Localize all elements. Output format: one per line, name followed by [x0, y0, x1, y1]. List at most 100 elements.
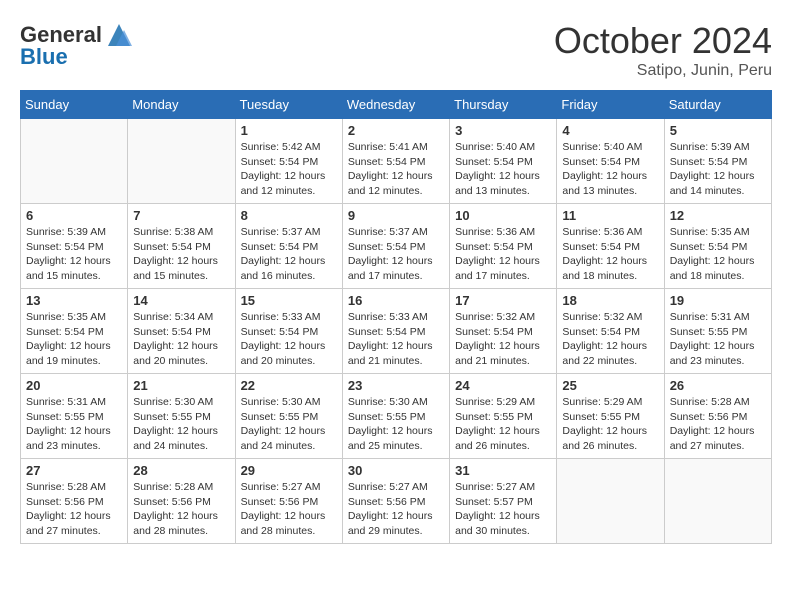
day-info: Sunrise: 5:39 AM Sunset: 5:54 PM Dayligh…	[26, 225, 122, 284]
day-info: Sunrise: 5:28 AM Sunset: 5:56 PM Dayligh…	[26, 480, 122, 539]
location-subtitle: Satipo, Junin, Peru	[554, 62, 772, 80]
calendar-cell: 19 Sunrise: 5:31 AM Sunset: 5:55 PM Dayli…	[664, 289, 771, 374]
day-number: 18	[562, 293, 658, 308]
day-info: Sunrise: 5:41 AM Sunset: 5:54 PM Dayligh…	[348, 140, 444, 199]
calendar-cell	[557, 459, 664, 544]
day-info: Sunrise: 5:35 AM Sunset: 5:54 PM Dayligh…	[26, 310, 122, 369]
header-friday: Friday	[557, 91, 664, 119]
day-info: Sunrise: 5:32 AM Sunset: 5:54 PM Dayligh…	[562, 310, 658, 369]
day-number: 20	[26, 378, 122, 393]
calendar-cell: 27 Sunrise: 5:28 AM Sunset: 5:56 PM Dayli…	[21, 459, 128, 544]
day-info: Sunrise: 5:37 AM Sunset: 5:54 PM Dayligh…	[241, 225, 337, 284]
calendar-header-row: Sunday Monday Tuesday Wednesday Thursday…	[21, 91, 772, 119]
calendar-cell	[664, 459, 771, 544]
day-info: Sunrise: 5:31 AM Sunset: 5:55 PM Dayligh…	[670, 310, 766, 369]
day-number: 17	[455, 293, 551, 308]
day-info: Sunrise: 5:36 AM Sunset: 5:54 PM Dayligh…	[562, 225, 658, 284]
day-number: 14	[133, 293, 229, 308]
day-info: Sunrise: 5:28 AM Sunset: 5:56 PM Dayligh…	[133, 480, 229, 539]
calendar-cell: 13 Sunrise: 5:35 AM Sunset: 5:54 PM Dayli…	[21, 289, 128, 374]
day-number: 24	[455, 378, 551, 393]
day-info: Sunrise: 5:29 AM Sunset: 5:55 PM Dayligh…	[562, 395, 658, 454]
week-row-5: 27 Sunrise: 5:28 AM Sunset: 5:56 PM Dayli…	[21, 459, 772, 544]
logo-icon	[104, 20, 134, 50]
calendar-cell	[128, 119, 235, 204]
day-number: 12	[670, 208, 766, 223]
calendar-cell: 3 Sunrise: 5:40 AM Sunset: 5:54 PM Daylig…	[450, 119, 557, 204]
day-info: Sunrise: 5:33 AM Sunset: 5:54 PM Dayligh…	[348, 310, 444, 369]
calendar-cell: 23 Sunrise: 5:30 AM Sunset: 5:55 PM Dayli…	[342, 374, 449, 459]
day-number: 30	[348, 463, 444, 478]
calendar-cell: 2 Sunrise: 5:41 AM Sunset: 5:54 PM Daylig…	[342, 119, 449, 204]
day-number: 31	[455, 463, 551, 478]
day-number: 9	[348, 208, 444, 223]
day-number: 27	[26, 463, 122, 478]
calendar-cell: 29 Sunrise: 5:27 AM Sunset: 5:56 PM Dayli…	[235, 459, 342, 544]
day-number: 25	[562, 378, 658, 393]
day-number: 29	[241, 463, 337, 478]
calendar-cell: 17 Sunrise: 5:32 AM Sunset: 5:54 PM Dayli…	[450, 289, 557, 374]
day-number: 6	[26, 208, 122, 223]
day-number: 5	[670, 123, 766, 138]
calendar-cell: 31 Sunrise: 5:27 AM Sunset: 5:57 PM Dayli…	[450, 459, 557, 544]
day-info: Sunrise: 5:39 AM Sunset: 5:54 PM Dayligh…	[670, 140, 766, 199]
logo-text-blue: Blue	[20, 44, 68, 70]
calendar-cell: 11Sunrise: 5:36 AM Sunset: 5:54 PM Dayli…	[557, 204, 664, 289]
day-info: Sunrise: 5:28 AM Sunset: 5:56 PM Dayligh…	[670, 395, 766, 454]
day-number: 10	[455, 208, 551, 223]
title-block: October 2024 Satipo, Junin, Peru	[554, 20, 772, 80]
day-info: Sunrise: 5:35 AM Sunset: 5:54 PM Dayligh…	[670, 225, 766, 284]
calendar-cell: 10Sunrise: 5:36 AM Sunset: 5:54 PM Dayli…	[450, 204, 557, 289]
calendar-cell: 25 Sunrise: 5:29 AM Sunset: 5:55 PM Dayli…	[557, 374, 664, 459]
calendar-cell: 6 Sunrise: 5:39 AM Sunset: 5:54 PM Daylig…	[21, 204, 128, 289]
day-number: 28	[133, 463, 229, 478]
calendar-cell: 12 Sunrise: 5:35 AM Sunset: 5:54 PM Dayli…	[664, 204, 771, 289]
day-info: Sunrise: 5:37 AM Sunset: 5:54 PM Dayligh…	[348, 225, 444, 284]
calendar-cell: 16 Sunrise: 5:33 AM Sunset: 5:54 PM Dayli…	[342, 289, 449, 374]
day-info: Sunrise: 5:30 AM Sunset: 5:55 PM Dayligh…	[241, 395, 337, 454]
day-info: Sunrise: 5:31 AM Sunset: 5:55 PM Dayligh…	[26, 395, 122, 454]
month-title: October 2024	[554, 20, 772, 62]
calendar-cell: 24 Sunrise: 5:29 AM Sunset: 5:55 PM Dayli…	[450, 374, 557, 459]
day-number: 13	[26, 293, 122, 308]
day-number: 8	[241, 208, 337, 223]
day-number: 1	[241, 123, 337, 138]
header-thursday: Thursday	[450, 91, 557, 119]
day-number: 7	[133, 208, 229, 223]
day-info: Sunrise: 5:30 AM Sunset: 5:55 PM Dayligh…	[348, 395, 444, 454]
day-info: Sunrise: 5:33 AM Sunset: 5:54 PM Dayligh…	[241, 310, 337, 369]
day-number: 22	[241, 378, 337, 393]
calendar-cell: 20 Sunrise: 5:31 AM Sunset: 5:55 PM Dayli…	[21, 374, 128, 459]
day-info: Sunrise: 5:32 AM Sunset: 5:54 PM Dayligh…	[455, 310, 551, 369]
calendar-cell: 22 Sunrise: 5:30 AM Sunset: 5:55 PM Dayli…	[235, 374, 342, 459]
day-info: Sunrise: 5:27 AM Sunset: 5:56 PM Dayligh…	[348, 480, 444, 539]
header-tuesday: Tuesday	[235, 91, 342, 119]
week-row-1: 1 Sunrise: 5:42 AM Sunset: 5:54 PM Daylig…	[21, 119, 772, 204]
day-number: 19	[670, 293, 766, 308]
day-number: 16	[348, 293, 444, 308]
calendar-cell: 18 Sunrise: 5:32 AM Sunset: 5:54 PM Dayli…	[557, 289, 664, 374]
calendar-cell: 4Sunrise: 5:40 AM Sunset: 5:54 PM Daylig…	[557, 119, 664, 204]
day-number: 23	[348, 378, 444, 393]
calendar-cell: 5 Sunrise: 5:39 AM Sunset: 5:54 PM Daylig…	[664, 119, 771, 204]
calendar-cell: 15 Sunrise: 5:33 AM Sunset: 5:54 PM Dayli…	[235, 289, 342, 374]
day-info: Sunrise: 5:29 AM Sunset: 5:55 PM Dayligh…	[455, 395, 551, 454]
day-info: Sunrise: 5:42 AM Sunset: 5:54 PM Dayligh…	[241, 140, 337, 199]
logo: General Blue	[20, 20, 134, 70]
week-row-2: 6 Sunrise: 5:39 AM Sunset: 5:54 PM Daylig…	[21, 204, 772, 289]
day-number: 15	[241, 293, 337, 308]
page-header: General Blue October 2024 Satipo, Junin,…	[20, 20, 772, 80]
day-number: 26	[670, 378, 766, 393]
day-info: Sunrise: 5:34 AM Sunset: 5:54 PM Dayligh…	[133, 310, 229, 369]
day-info: Sunrise: 5:27 AM Sunset: 5:56 PM Dayligh…	[241, 480, 337, 539]
day-number: 2	[348, 123, 444, 138]
calendar-cell: 30 Sunrise: 5:27 AM Sunset: 5:56 PM Dayli…	[342, 459, 449, 544]
day-info: Sunrise: 5:40 AM Sunset: 5:54 PM Dayligh…	[455, 140, 551, 199]
day-info: Sunrise: 5:38 AM Sunset: 5:54 PM Dayligh…	[133, 225, 229, 284]
week-row-4: 20 Sunrise: 5:31 AM Sunset: 5:55 PM Dayli…	[21, 374, 772, 459]
day-info: Sunrise: 5:30 AM Sunset: 5:55 PM Dayligh…	[133, 395, 229, 454]
day-info: Sunrise: 5:27 AM Sunset: 5:57 PM Dayligh…	[455, 480, 551, 539]
header-saturday: Saturday	[664, 91, 771, 119]
day-number: 3	[455, 123, 551, 138]
calendar-cell: 1 Sunrise: 5:42 AM Sunset: 5:54 PM Daylig…	[235, 119, 342, 204]
